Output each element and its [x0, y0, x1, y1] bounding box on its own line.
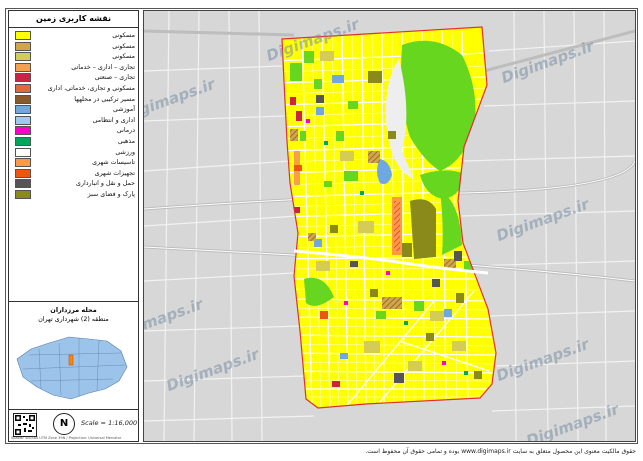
copyright-notice: حقوق مالکیت معنوی این محصول متعلق به سای…: [365, 448, 636, 455]
legend-label: مسیر ترکیبی در محلهها: [74, 95, 135, 103]
locality-box: محله مرزداران منطقه (2) شهرداری تهران: [9, 301, 138, 331]
legend-label: مذهبی: [117, 138, 135, 145]
legend-label: حمل و نقل و انبارداری: [76, 180, 135, 188]
legend-swatch: [15, 179, 31, 189]
north-arrow-icon: N: [53, 413, 75, 435]
legend-swatch: [15, 73, 31, 83]
legend-footer: N Scale = 1:16,000 Spatial: WGS84 UTM Zo…: [9, 409, 138, 441]
legend-label: تجهیزات شهری: [94, 169, 135, 177]
scale-label: Scale = 1:16,000: [81, 419, 138, 427]
legend-label: آموزشی: [113, 106, 135, 114]
legend-swatch: [15, 115, 31, 125]
legend-item: تاسیسات شهری: [11, 158, 135, 168]
inset-map: [9, 329, 138, 410]
legend-swatch: [15, 158, 31, 168]
legend-panel: نقشه کاربری زمین مسکونی مسکونی مسکونی تجاری…: [8, 10, 139, 442]
legend-label: ورزشی: [115, 148, 135, 156]
legend-item: مسیر ترکیبی در محلهها: [11, 94, 135, 104]
legend-item: درمانی: [11, 126, 135, 136]
legend-swatch: [15, 31, 31, 40]
legend-label: مسکونی: [112, 42, 135, 50]
legend-label: مسکونی و تجاری، خدماتی، اداری: [47, 85, 135, 92]
legend-item: ورزشی: [11, 147, 135, 157]
region-title: منطقه (2) شهرداری تهران: [38, 316, 109, 323]
legend-label: تجاری – صنعتی: [94, 74, 135, 82]
legend-item: مسکونی و تجاری، خدماتی، اداری: [11, 84, 135, 93]
locality-title: محله مرزداران: [50, 306, 97, 314]
legend-label: مسکونی: [112, 32, 135, 39]
inset-map-svg: [16, 336, 128, 400]
legend-swatch: [15, 84, 31, 93]
legend-swatch: [15, 41, 31, 51]
land-use-map[interactable]: Digimaps.ir Digimaps.ir Digimaps.ir Digi…: [143, 10, 636, 442]
legend-item: تجاری – صنعتی: [11, 73, 135, 83]
legend-swatch: [15, 62, 31, 72]
legend-label: پارک و فضای سبز: [87, 191, 135, 198]
legend-item: اداری و انتظامی: [11, 115, 135, 125]
legend-item: مسکونی: [11, 52, 135, 62]
legend-swatch: [15, 190, 31, 199]
legend-label: تجاری – اداری – خدماتی: [71, 63, 135, 71]
legend-label: مسکونی: [112, 53, 135, 61]
legend-label: درمانی: [116, 127, 135, 135]
legend-swatch: [15, 147, 31, 157]
legend-swatch: [15, 168, 31, 178]
inset-highlight: [68, 354, 74, 366]
legend-swatch: [15, 126, 31, 136]
projection-credit: Spatial: WGS84 UTM Zone 39N / Projection…: [11, 436, 122, 440]
legend-swatch: [15, 137, 31, 146]
legend-label: اداری و انتظامی: [92, 116, 135, 124]
legend-item: حمل و نقل و انبارداری: [11, 179, 135, 189]
legend-item: مسکونی: [11, 31, 135, 40]
qr-code-icon: [13, 413, 37, 437]
legend-swatch: [15, 52, 31, 62]
legend-item: تجهیزات شهری: [11, 168, 135, 178]
legend-label: تاسیسات شهری: [92, 159, 135, 167]
legend-swatch: [15, 105, 31, 115]
map-canvas: [144, 11, 635, 441]
legend-swatch: [15, 94, 31, 104]
legend-item: پارک و فضای سبز: [11, 190, 135, 199]
legend-item: مسکونی: [11, 41, 135, 51]
legend-item: تجاری – اداری – خدماتی: [11, 62, 135, 72]
legend-item: مذهبی: [11, 137, 135, 146]
legend-item: آموزشی: [11, 105, 135, 115]
legend-title: نقشه کاربری زمین: [9, 11, 138, 28]
